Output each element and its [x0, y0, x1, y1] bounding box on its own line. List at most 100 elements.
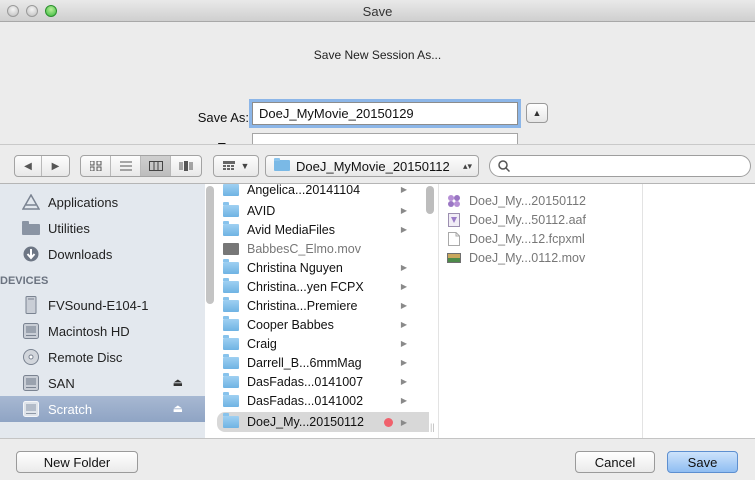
list-item[interactable]: Craig ▶	[217, 334, 429, 352]
list-item-label: Darrell_B...6mmMag	[247, 355, 362, 370]
column-scrollbar[interactable]	[426, 186, 434, 214]
list-item-label: DoeJ_My...20150112	[247, 415, 364, 429]
list-item[interactable]: Avid MediaFiles ▶	[217, 220, 429, 238]
cover-flow-button[interactable]	[171, 156, 201, 176]
list-item-label: Angelica...20141104	[247, 184, 361, 197]
drive-icon	[22, 374, 40, 392]
folder-icon	[223, 184, 239, 196]
computer-icon	[22, 296, 40, 314]
aaf-file-icon	[447, 212, 461, 227]
list-item-label: DoeJ_My...12.fcpxml	[469, 231, 585, 246]
disclosure-arrow-icon: ▶	[400, 263, 407, 272]
sidebar-item-applications[interactable]: Applications	[0, 189, 205, 215]
disclosure-arrow-icon: ▶	[400, 301, 407, 310]
sidebar-item-scratch[interactable]: Scratch ⏏	[0, 396, 205, 422]
cancel-button[interactable]: Cancel	[575, 451, 655, 473]
chevron-up-icon: ▲	[532, 108, 542, 118]
new-folder-button[interactable]: New Folder	[16, 451, 138, 473]
column-view-button[interactable]	[141, 156, 171, 176]
disclosure-arrow-icon: ▶	[400, 358, 407, 367]
folder-icon	[223, 315, 239, 331]
list-item[interactable]: Darrell_B...6mmMag ▶	[217, 353, 429, 371]
list-item[interactable]: DoeJ_My...50112.aaf	[439, 211, 644, 228]
list-view-button[interactable]	[111, 156, 141, 176]
list-item-label: Craig	[247, 336, 277, 351]
eject-icon[interactable]: ⏏	[173, 402, 183, 415]
movie-file-icon	[223, 242, 239, 255]
sidebar-item-label: SAN	[48, 375, 75, 391]
disclosure-arrow-icon: ▶	[400, 225, 407, 234]
list-item-label: Cooper Babbes	[247, 317, 334, 332]
list-item-label: DoeJ_My...0112.mov	[469, 250, 586, 265]
sidebar-item-macintosh-hd[interactable]: Macintosh HD	[0, 318, 205, 344]
list-item-selected[interactable]: DoeJ_My...20150112 ▶	[217, 412, 429, 432]
sidebar-item-label: Scratch	[48, 401, 93, 417]
list-item[interactable]: DasFadas...0141002 ▶	[217, 391, 429, 409]
sidebar-item-label: Remote Disc	[48, 349, 123, 365]
disclosure-arrow-icon: ▶	[400, 282, 407, 291]
arrange-grid-icon	[222, 161, 235, 170]
disclosure-arrow-icon: ▶	[400, 417, 407, 427]
disclosure-arrow-icon: ▶	[400, 377, 407, 386]
navigation-segment: ◀ ▶	[14, 155, 70, 177]
list-item[interactable]: Christina...yen FCPX ▶	[217, 277, 429, 295]
sidebar-item-remote-disc[interactable]: Remote Disc	[0, 344, 205, 370]
disclosure-arrow-icon: ▶	[400, 396, 407, 405]
dialog-subtitle: Save New Session As...	[313, 48, 442, 62]
list-item[interactable]: AVID ▶	[217, 201, 429, 219]
list-item[interactable]: Christina...Premiere ▶	[217, 296, 429, 314]
list-item[interactable]: DoeJ_My...0112.mov	[439, 249, 644, 266]
hard-drive-icon	[22, 322, 40, 340]
folder-icon	[223, 258, 239, 274]
sidebar-item-label: Downloads	[48, 246, 113, 262]
search-box[interactable]	[489, 155, 751, 177]
sidebar-item-fvsound[interactable]: FVSound-E104-1	[0, 292, 205, 318]
list-item[interactable]: BabbesC_Elmo.mov	[217, 240, 429, 257]
back-button[interactable]: ◀	[15, 156, 43, 176]
document-icon	[447, 231, 461, 246]
disclosure-arrow-icon: ▶	[400, 185, 407, 194]
list-item[interactable]: Christina Nguyen ▶	[217, 258, 429, 276]
list-item[interactable]: DasFadas...0141007 ▶	[217, 372, 429, 390]
sidebar-scrollbar[interactable]	[206, 186, 214, 304]
list-item-label: AVID	[247, 203, 276, 218]
folder-icon	[223, 220, 239, 236]
save-as-field[interactable]	[252, 102, 518, 125]
sidebar-item-san[interactable]: SAN ⏏	[0, 370, 205, 396]
column-empty	[643, 184, 755, 438]
list-view-icon	[119, 161, 132, 171]
icon-view-button[interactable]	[81, 156, 111, 176]
list-item-label: DoeJ_My...20150112	[469, 193, 586, 208]
arrange-menu-button[interactable]: ▼	[213, 155, 259, 177]
eject-icon[interactable]: ⏏	[173, 376, 183, 389]
list-item-label: DasFadas...0141002	[247, 393, 364, 408]
column-view-icon	[148, 161, 163, 171]
icon-view-icon	[89, 161, 101, 171]
sidebar-item-utilities[interactable]: Utilities	[0, 215, 205, 241]
browser-toolbar: ◀ ▶ ▼ DoeJ_MyMovie_20150112 ▴▾	[0, 145, 755, 183]
sidebar-heading-devices: DEVICES	[0, 275, 49, 287]
collapse-dialog-button[interactable]: ▲	[526, 103, 548, 123]
list-item[interactable]: Angelica...20141104 ▶	[217, 184, 429, 198]
forward-button[interactable]: ▶	[42, 156, 69, 176]
save-as-label: Save As:	[197, 110, 249, 125]
disclosure-arrow-icon: ▶	[400, 320, 407, 329]
search-input[interactable]	[516, 159, 750, 173]
window-title: Save	[362, 4, 393, 19]
list-item[interactable]: DoeJ_My...12.fcpxml	[439, 230, 644, 247]
list-item-label: Avid MediaFiles	[247, 222, 336, 237]
save-button[interactable]: Save	[667, 451, 738, 473]
list-item-label: Christina...yen FCPX	[247, 279, 364, 294]
list-item[interactable]: Cooper Babbes ▶	[217, 315, 429, 333]
column-resize-handle[interactable]: ||	[430, 422, 435, 432]
sidebar-item-downloads[interactable]: Downloads	[0, 241, 205, 267]
location-popup[interactable]: DoeJ_MyMovie_20150112 ▴▾	[265, 155, 479, 177]
sidebar-item-label: Utilities	[48, 220, 90, 236]
sidebar-item-label: Applications	[48, 194, 119, 210]
folder-icon	[223, 296, 239, 312]
list-item[interactable]: DoeJ_My...20150112	[439, 192, 644, 209]
folder-icon	[223, 334, 239, 350]
downloads-icon	[22, 245, 40, 263]
red-tag-icon	[384, 417, 393, 427]
disclosure-arrow-icon: ▶	[400, 339, 407, 348]
